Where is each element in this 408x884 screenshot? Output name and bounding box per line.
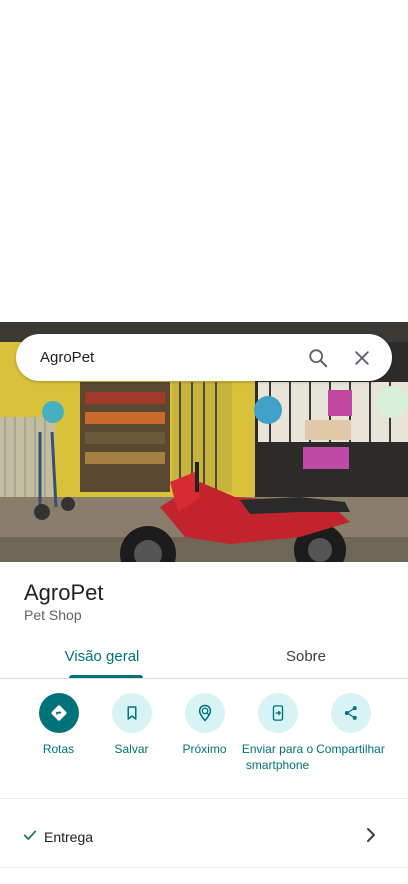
save-button[interactable]: Salvar: [95, 693, 168, 773]
search-query[interactable]: AgroPet: [40, 349, 292, 366]
divider: [0, 867, 408, 868]
bookmark-icon: [111, 693, 152, 733]
directions-label: Rotas: [42, 742, 75, 756]
close-icon[interactable]: [344, 340, 380, 376]
share-button[interactable]: Compartilhar: [314, 693, 387, 773]
nearby-button[interactable]: Próximo: [168, 693, 241, 773]
save-label: Salvar: [114, 742, 149, 756]
search-icon[interactable]: [300, 340, 336, 376]
nearby-icon: [184, 693, 225, 733]
check-icon: [22, 827, 38, 848]
tab-overview[interactable]: Visão geral: [0, 636, 204, 678]
attribute-label: Entrega: [44, 829, 94, 845]
search-bar[interactable]: AgroPet: [16, 334, 392, 381]
send-to-phone-icon: [257, 693, 298, 733]
share-icon: [330, 693, 371, 733]
share-label: Compartilhar: [316, 742, 385, 756]
map-area[interactable]: [0, 0, 408, 322]
place-title: AgroPet: [24, 580, 104, 605]
active-tab-indicator: [69, 675, 143, 678]
nearby-label: Próximo: [182, 742, 227, 756]
directions-icon: [38, 693, 79, 733]
directions-button[interactable]: Rotas: [22, 693, 95, 773]
tab-about[interactable]: Sobre: [204, 636, 408, 678]
chevron-right-icon[interactable]: [364, 826, 378, 849]
send-to-phone-button[interactable]: Enviar para o smartphone: [241, 693, 314, 773]
tab-bar: Visão geral Sobre: [0, 636, 408, 679]
place-category: Pet Shop: [24, 607, 82, 623]
action-buttons: Rotas Salvar Próximo Enviar para o smart…: [0, 693, 408, 773]
attribute-row-delivery[interactable]: Entrega: [0, 818, 408, 856]
divider: [0, 798, 408, 799]
send-to-phone-label: Enviar para o smartphone: [241, 742, 314, 772]
